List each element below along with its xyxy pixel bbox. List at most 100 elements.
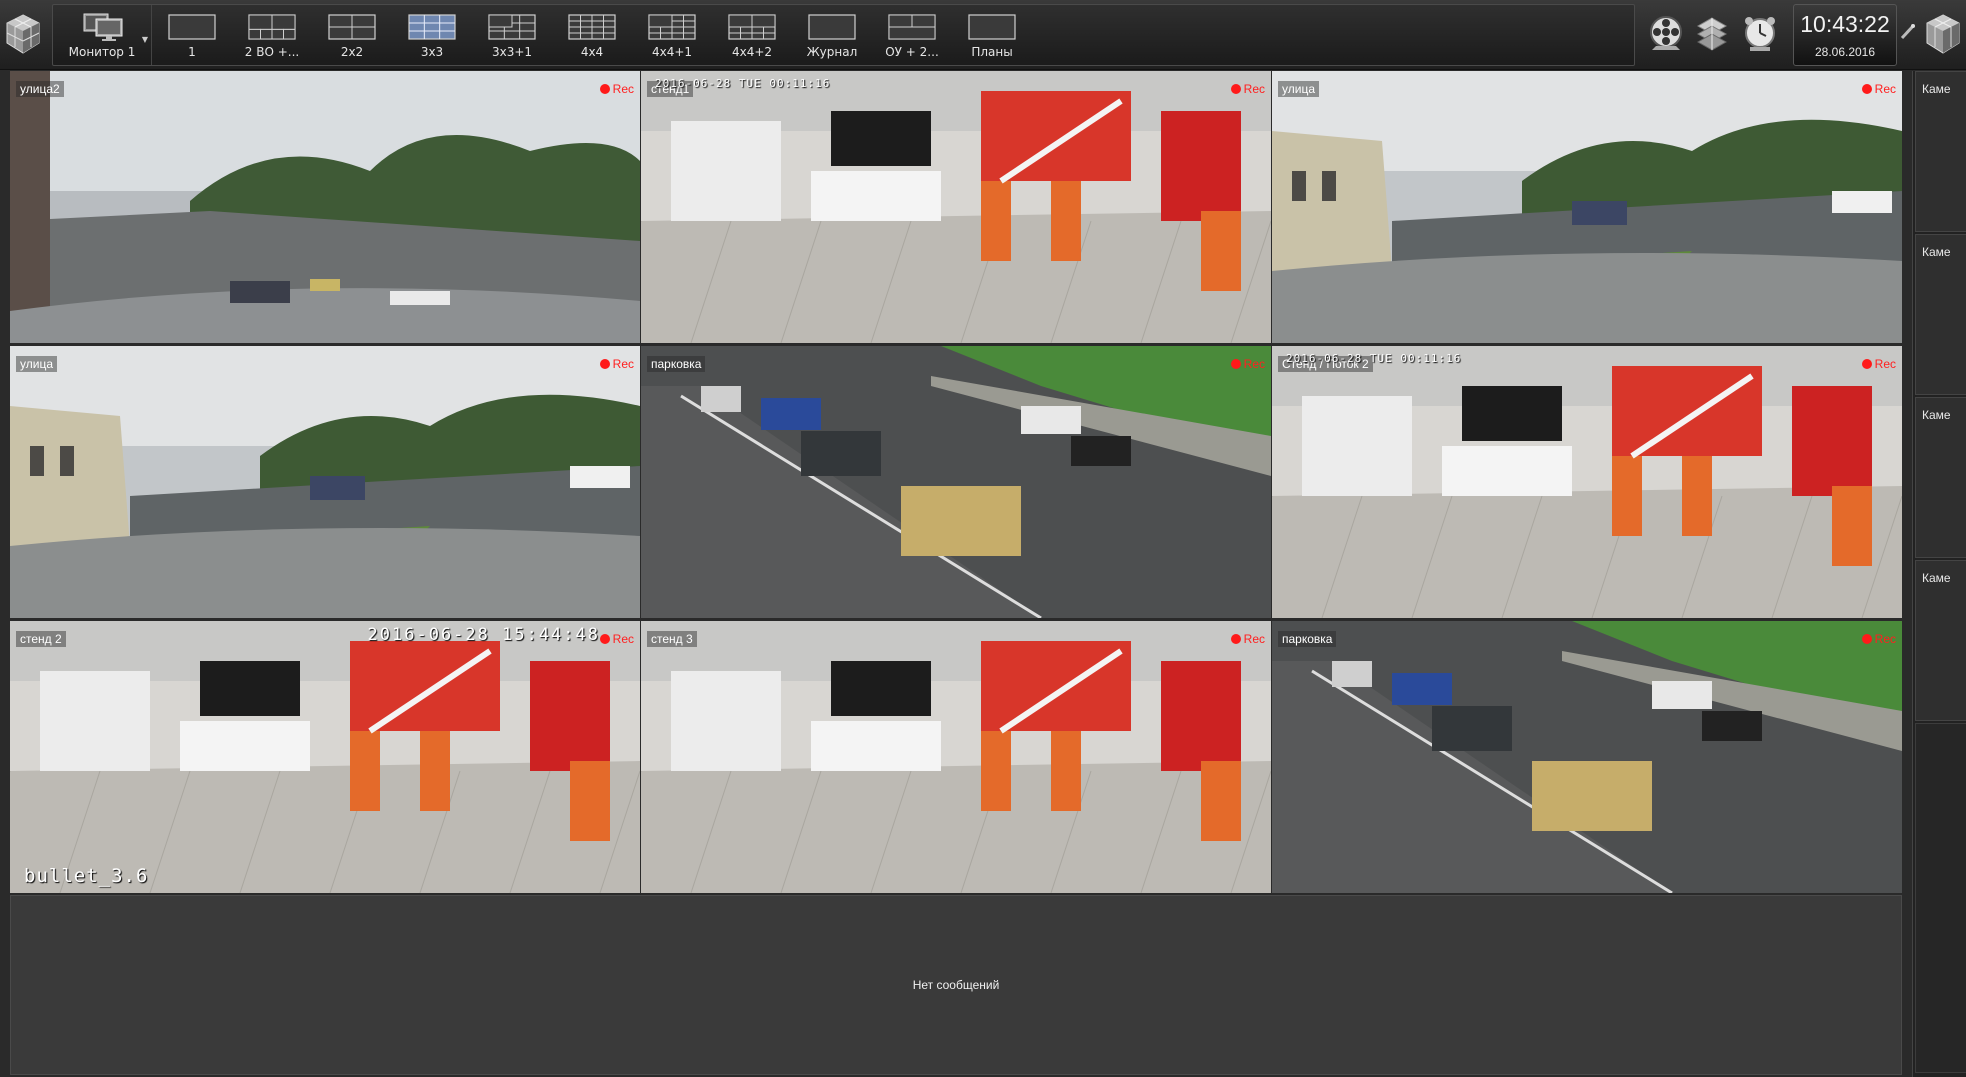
recording-label: Rec bbox=[612, 357, 634, 371]
recording-indicator: Rec bbox=[599, 357, 634, 371]
camera-list-label: Каме bbox=[1922, 408, 1951, 422]
camera-timestamp-overlay: 2016-06-28 TUE 00:11:16 bbox=[655, 77, 831, 90]
camera-feed bbox=[641, 71, 1271, 343]
layout-button-4x4p1[interactable]: 4x4+1 bbox=[632, 5, 712, 65]
film-reel-icon[interactable] bbox=[1646, 8, 1686, 60]
record-dot-icon bbox=[1861, 634, 1872, 644]
recording-label: Rec bbox=[1874, 82, 1896, 96]
camera-tile[interactable]: стенд 3 Rec bbox=[641, 621, 1271, 893]
layout-label: 2 ВО +... bbox=[244, 44, 300, 59]
monitor-label: Монитор 1 bbox=[68, 44, 136, 59]
record-dot-icon bbox=[1861, 84, 1872, 94]
camera-model-overlay: bullet_3.6 bbox=[24, 865, 149, 887]
monitor-select-button[interactable]: Монитор 1 ▼ bbox=[53, 5, 152, 65]
camera-tile[interactable]: улица Rec bbox=[1272, 71, 1902, 343]
layout-button-3x3[interactable]: 3x3 bbox=[392, 5, 472, 65]
layout-label: Планы bbox=[971, 44, 1013, 59]
camera-tile[interactable]: улица2 Rec bbox=[10, 71, 640, 343]
message-panel: Нет сообщений bbox=[10, 895, 1902, 1075]
layout-button-ou2[interactable]: ОУ + 2... bbox=[872, 5, 952, 65]
camera-name: парковка bbox=[1278, 631, 1337, 647]
camera-feed bbox=[641, 621, 1271, 893]
pin-icon[interactable] bbox=[1899, 20, 1917, 42]
camera-tile[interactable]: Стенд / Поток 2 Rec 2016-06-28 TUE 00:11… bbox=[1272, 346, 1902, 618]
camera-name: улица2 bbox=[16, 81, 64, 97]
layout-journal-icon bbox=[808, 13, 856, 40]
camera-list-item[interactable]: Каме bbox=[1915, 560, 1966, 721]
camera-list-label: Каме bbox=[1922, 245, 1951, 259]
camera-feed bbox=[1272, 71, 1902, 343]
layout-button-3x3p1[interactable]: 3x3+1 bbox=[472, 5, 552, 65]
right-panel-lower bbox=[1915, 723, 1966, 1073]
recording-indicator: Rec bbox=[599, 632, 634, 646]
record-dot-icon bbox=[1230, 359, 1241, 369]
layout-label: ОУ + 2... bbox=[885, 44, 939, 59]
recording-label: Rec bbox=[1874, 357, 1896, 371]
camera-feed bbox=[1272, 346, 1902, 618]
recording-label: Rec bbox=[612, 82, 634, 96]
camera-list-item[interactable]: Каме bbox=[1915, 397, 1966, 558]
layout-bar: Монитор 1 ▼ 1 2 ВО +... 2x2 3x3 3x3+1 4x… bbox=[52, 4, 1635, 66]
layout-label: 3x3+1 bbox=[491, 44, 533, 59]
camera-list-item[interactable]: Каме bbox=[1915, 234, 1966, 395]
recording-indicator: Rec bbox=[599, 82, 634, 96]
no-messages-text: Нет сообщений bbox=[912, 978, 1000, 992]
recording-label: Rec bbox=[1243, 357, 1265, 371]
camera-tile[interactable]: стенд 2 Rec 2016-06-28 15:44:48 bullet_3.… bbox=[10, 621, 640, 893]
layout-button-4x4p2[interactable]: 4x4+2 bbox=[712, 5, 792, 65]
camera-tile[interactable]: улица Rec bbox=[10, 346, 640, 618]
camera-tile[interactable]: стенд1 Rec 2016-06-28 TUE 00:11:16 bbox=[641, 71, 1271, 343]
camera-list-label: Каме bbox=[1922, 571, 1951, 585]
toolbar: Монитор 1 ▼ 1 2 ВО +... 2x2 3x3 3x3+1 4x… bbox=[0, 0, 1966, 70]
layout-button-2bo[interactable]: 2 ВО +... bbox=[232, 5, 312, 65]
layout-label: 4x4 bbox=[580, 44, 604, 59]
chevron-down-icon[interactable]: ▼ bbox=[142, 35, 148, 44]
camera-tile[interactable]: парковка Rec bbox=[1272, 621, 1902, 893]
camera-tile[interactable]: парковка Rec bbox=[641, 346, 1271, 618]
recording-indicator: Rec bbox=[1861, 82, 1896, 96]
layout-button-4x4[interactable]: 4x4 bbox=[552, 5, 632, 65]
layout-button-plans[interactable]: Планы bbox=[952, 5, 1032, 65]
recording-label: Rec bbox=[612, 632, 634, 646]
layout-label: Журнал bbox=[806, 44, 858, 59]
camera-name: стенд 3 bbox=[647, 631, 697, 647]
layout-button-1[interactable]: 1 bbox=[152, 5, 232, 65]
camera-feed bbox=[1272, 621, 1902, 893]
camera-feed bbox=[10, 621, 640, 893]
camera-grid: улица2 Rec стенд1 Rec 2016-06-28 TUE 00:… bbox=[10, 71, 1902, 893]
camera-name: улица bbox=[16, 356, 57, 372]
layout-button-2x2[interactable]: 2x2 bbox=[312, 5, 392, 65]
camera-list-label: Каме bbox=[1922, 82, 1951, 96]
recording-indicator: Rec bbox=[1861, 357, 1896, 371]
layout-ou2-icon bbox=[888, 13, 936, 40]
camera-feed bbox=[10, 346, 640, 618]
camera-name: стенд 2 bbox=[16, 631, 66, 647]
camera-list-item[interactable]: Каме bbox=[1915, 71, 1966, 232]
record-dot-icon bbox=[599, 84, 610, 94]
layout-4x4p2-icon bbox=[728, 13, 776, 40]
layout-button-journal[interactable]: Журнал bbox=[792, 5, 872, 65]
app-logo-icon bbox=[2, 4, 44, 64]
record-dot-icon bbox=[1861, 359, 1872, 369]
layout-buttons: 1 2 ВО +... 2x2 3x3 3x3+1 4x4 4x4+1 4x4+… bbox=[152, 5, 1032, 65]
layout-label: 1 bbox=[188, 44, 196, 59]
layout-label: 4x4+2 bbox=[731, 44, 773, 59]
recording-indicator: Rec bbox=[1230, 357, 1265, 371]
clock-time: 10:43:22 bbox=[1800, 11, 1890, 37]
record-dot-icon bbox=[1230, 84, 1241, 94]
clock-display: 10:43:22 28.06.2016 bbox=[1793, 4, 1897, 66]
recording-label: Rec bbox=[1243, 82, 1265, 96]
right-panel: Каме Каме Каме Каме bbox=[1912, 71, 1966, 1077]
recording-label: Rec bbox=[1243, 632, 1265, 646]
layout-label: 3x3 bbox=[420, 44, 444, 59]
layers-icon[interactable] bbox=[1692, 8, 1732, 60]
alarm-clock-icon[interactable] bbox=[1740, 8, 1780, 60]
camera-feed bbox=[10, 71, 640, 343]
recording-indicator: Rec bbox=[1861, 632, 1896, 646]
camera-name: улица bbox=[1278, 81, 1319, 97]
layout-1-icon bbox=[168, 13, 216, 40]
layout-label: 2x2 bbox=[340, 44, 364, 59]
layout-3x3p1-icon bbox=[488, 13, 536, 40]
camera-list: Каме Каме Каме Каме bbox=[1915, 71, 1966, 721]
recording-indicator: Rec bbox=[1230, 82, 1265, 96]
